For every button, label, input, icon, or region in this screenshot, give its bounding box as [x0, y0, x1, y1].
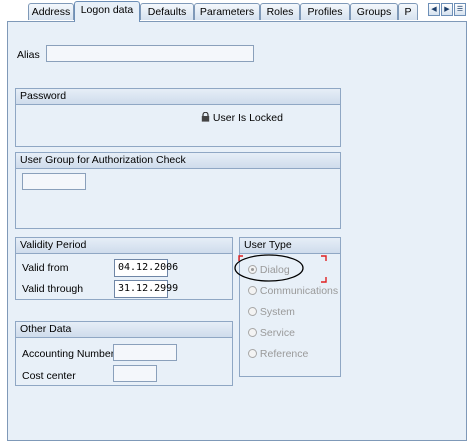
tab-logon-data[interactable]: Logon data — [74, 1, 140, 22]
valid-through-input[interactable]: 31.12.2999 — [114, 280, 178, 298]
tab-address[interactable]: Address — [28, 3, 74, 20]
cost-center-label: Cost center — [22, 370, 76, 382]
user-locked-status: User Is Locked — [201, 111, 283, 124]
highlight-ellipse-annotation — [234, 254, 327, 283]
radio-service[interactable] — [248, 328, 257, 337]
radio-system[interactable] — [248, 307, 257, 316]
user-type-system-option[interactable]: System — [248, 306, 295, 320]
user-group-box: User Group for Authorization Check — [15, 152, 341, 229]
scroll-tabs-left-icon[interactable]: ◀ — [428, 3, 440, 16]
cost-center-input[interactable] — [113, 365, 157, 382]
system-label: System — [259, 306, 295, 318]
alias-label: Alias — [17, 49, 40, 61]
valid-from-input[interactable]: 04.12.2006 — [114, 259, 178, 277]
alias-input[interactable] — [46, 45, 254, 62]
communications-label: Communications — [259, 285, 339, 297]
user-group-title: User Group for Authorization Check — [16, 153, 340, 169]
password-group: Password User Is Locked — [15, 88, 341, 147]
reference-label: Reference — [259, 348, 309, 360]
service-label: Service — [259, 327, 295, 339]
tab-groups[interactable]: Groups — [350, 3, 398, 20]
tab-parameters[interactable]: Parameters — [194, 3, 260, 20]
validity-period-title: Validity Period — [16, 238, 232, 254]
tab-strip: Address Logon data Defaults Parameters R… — [0, 0, 474, 22]
valid-from-label: Valid from — [22, 262, 69, 274]
user-type-group: User Type Dialog Communications System S… — [234, 237, 341, 377]
user-group-input[interactable] — [22, 173, 86, 190]
scroll-tabs-right-icon[interactable]: ▶ — [441, 3, 453, 16]
user-type-communications-option[interactable]: Communications — [248, 285, 338, 299]
other-data-title: Other Data — [16, 322, 232, 338]
password-group-title: Password — [16, 89, 340, 105]
other-data-group: Other Data Accounting Number Cost center — [15, 321, 233, 386]
logon-data-panel: Alias Password User Is Locked User Group… — [7, 21, 467, 441]
lock-icon — [201, 111, 210, 122]
tab-list-icon[interactable]: ☰ — [454, 3, 466, 16]
valid-through-label: Valid through — [22, 283, 84, 295]
user-type-service-option[interactable]: Service — [248, 327, 295, 341]
radio-reference[interactable] — [248, 349, 257, 358]
tab-profiles[interactable]: Profiles — [300, 3, 350, 20]
tab-roles[interactable]: Roles — [260, 3, 300, 20]
accounting-number-label: Accounting Number — [22, 348, 115, 360]
user-type-reference-option[interactable]: Reference — [248, 348, 308, 362]
accounting-number-input[interactable] — [113, 344, 177, 361]
validity-period-group: Validity Period Valid from 04.12.2006 Va… — [15, 237, 233, 300]
user-locked-text: User Is Locked — [212, 112, 283, 124]
tab-p-truncated[interactable]: P — [398, 3, 418, 20]
tab-defaults[interactable]: Defaults — [140, 3, 194, 20]
radio-communications[interactable] — [248, 286, 257, 295]
